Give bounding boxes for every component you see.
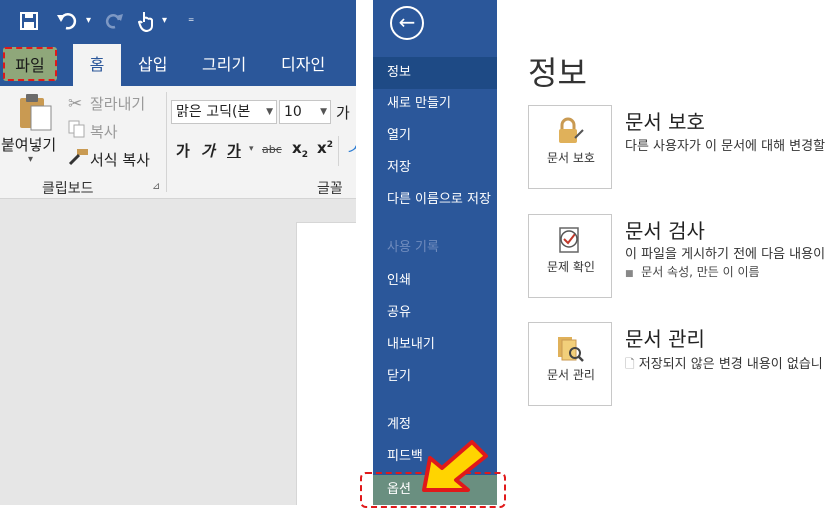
cut-icon: ✂ <box>68 94 83 114</box>
chevron-down-icon[interactable]: ▼ <box>320 101 327 123</box>
nav-export[interactable]: 내보내기 <box>373 336 497 353</box>
nav-history: 사용 기록 <box>387 240 439 255</box>
undo-dropdown-icon[interactable]: ▾ <box>86 11 91 31</box>
protect-document-title: 문서 보호 <box>625 110 705 134</box>
redo-icon <box>104 11 124 36</box>
tab-design[interactable]: 디자인 <box>281 44 325 86</box>
bullet-square-icon: ■ <box>625 269 634 279</box>
save-icon[interactable] <box>20 12 38 35</box>
superscript-letter: x <box>317 139 327 157</box>
group-divider <box>166 92 167 192</box>
pointer-arrow-icon <box>420 440 492 500</box>
font-name-value: 맑은 고딕(본 <box>176 104 251 120</box>
undo-icon[interactable] <box>57 11 79 36</box>
tab-insert[interactable]: 삽입 <box>138 44 167 86</box>
nav-print[interactable]: 인쇄 <box>373 272 497 289</box>
customize-qat-icon[interactable]: ₌ <box>188 8 194 28</box>
protect-document-label: 문서 보호 <box>547 151 595 165</box>
underline-button[interactable]: 가 <box>227 140 241 161</box>
protect-document-description: 다른 사용자가 이 문서에 대해 변경할 <box>625 139 826 154</box>
paste-dropdown-icon[interactable]: ▾ <box>28 154 33 165</box>
check-issues-button[interactable]: 문제 확인 <box>528 214 612 298</box>
inspect-document-bullet: ■ 문서 속성, 만든 이 이름 <box>625 263 760 280</box>
chevron-down-icon[interactable]: ▼ <box>266 101 273 123</box>
nav-open[interactable]: 열기 <box>373 127 497 144</box>
underline-dropdown-icon[interactable]: ▾ <box>249 144 254 154</box>
touch-dropdown-icon[interactable]: ▾ <box>162 11 167 31</box>
manage-document-icon <box>555 333 585 363</box>
italic-button[interactable]: 가 <box>201 140 215 161</box>
nav-save-as[interactable]: 다른 이름으로 저장 <box>373 191 493 208</box>
ribbon-home: 붙여넣기 ▾ ✂ 잘라내기 복사 서식 복사 클립보드 ⊿ 맑은 고딕(본 ▼ … <box>0 86 356 199</box>
manage-document-description: 🗋 저장되지 않은 변경 내용이 없습니 <box>625 353 823 376</box>
font-group-label: 글꼴 <box>317 181 343 197</box>
manage-document-title: 문서 관리 <box>625 327 705 351</box>
back-button[interactable]: ← <box>390 6 424 40</box>
font-size-combo[interactable]: 10 ▼ <box>279 100 331 124</box>
touch-mode-icon[interactable] <box>137 10 156 37</box>
manage-document-label: 문서 관리 <box>547 368 595 382</box>
paste-button[interactable]: 붙여넣기 <box>1 134 56 155</box>
cut-button[interactable]: 잘라내기 <box>90 93 145 114</box>
tab-draw[interactable]: 그리기 <box>202 44 246 86</box>
superscript-button[interactable]: x2 <box>317 139 333 157</box>
check-issues-label: 문제 확인 <box>547 260 595 274</box>
backstage-nav: ← 정보 새로 만들기 열기 저장 다른 이름으로 저장 사용 기록 인쇄 공유… <box>373 0 497 505</box>
tab-file[interactable]: 파일 <box>3 47 57 81</box>
page-title: 정보 <box>528 54 587 92</box>
backstage-view: ← 정보 새로 만들기 열기 저장 다른 이름으로 저장 사용 기록 인쇄 공유… <box>373 0 831 505</box>
format-painter-button[interactable]: 서식 복사 <box>90 149 150 170</box>
document-version-icon: 🗋 <box>625 357 635 371</box>
inspect-document-description: 이 파일을 게시하기 전에 다음 내용이 <box>625 247 826 262</box>
copy-button[interactable]: 복사 <box>90 121 118 142</box>
superscript-mark: 2 <box>326 140 333 150</box>
nav-info[interactable]: 정보 <box>373 57 497 89</box>
inspect-document-icon <box>555 225 585 255</box>
group-divider <box>338 136 339 166</box>
document-page[interactable] <box>296 222 356 505</box>
font-size-value: 10 <box>284 104 302 120</box>
word-window: ▾ ▾ ₌ 파일 홈 삽입 그리기 디자인 붙여넣기 ▾ ✂ 잘라내기 복사 서… <box>0 0 356 505</box>
inspect-document-bullet-text: 문서 속성, 만든 이 이름 <box>641 265 760 279</box>
paste-icon[interactable] <box>17 92 53 136</box>
tab-home[interactable]: 홈 <box>73 44 121 86</box>
nav-save[interactable]: 저장 <box>373 159 497 176</box>
inspect-document-title: 문서 검사 <box>625 219 705 243</box>
lock-icon <box>555 116 585 146</box>
nav-new[interactable]: 새로 만들기 <box>373 95 497 112</box>
info-content: 정보 문서 보호 문서 보호 다른 사용자가 이 문서에 대해 변경할 문제 확… <box>497 0 831 505</box>
text-effects-icon[interactable]: ᄼ <box>345 139 356 164</box>
clipboard-launcher-icon[interactable]: ⊿ <box>152 181 160 192</box>
clipboard-group-label: 클립보드 <box>42 181 94 197</box>
bold-button[interactable]: 가 <box>176 140 190 161</box>
subscript-button[interactable]: x2 <box>292 139 308 160</box>
back-arrow-icon: ← <box>398 10 416 34</box>
protect-document-button[interactable]: 문서 보호 <box>528 105 612 189</box>
manage-document-button[interactable]: 문서 관리 <box>528 322 612 406</box>
ribbon-tabs: 파일 홈 삽입 그리기 디자인 <box>0 44 356 86</box>
nav-close[interactable]: 닫기 <box>373 368 497 385</box>
subscript-letter: x <box>292 139 302 157</box>
grow-font-button[interactable]: 가 <box>336 102 350 123</box>
subscript-mark: 2 <box>301 150 308 160</box>
strikethrough-button[interactable]: abc <box>262 143 282 156</box>
manage-document-description-text: 저장되지 않은 변경 내용이 없습니 <box>638 357 823 372</box>
nav-account[interactable]: 계정 <box>373 416 497 433</box>
format-painter-icon <box>67 148 89 170</box>
copy-icon <box>68 120 86 142</box>
font-name-combo[interactable]: 맑은 고딕(본 ▼ <box>171 100 277 124</box>
quick-access-toolbar: ▾ ▾ ₌ <box>0 0 356 44</box>
nav-share[interactable]: 공유 <box>373 304 497 321</box>
